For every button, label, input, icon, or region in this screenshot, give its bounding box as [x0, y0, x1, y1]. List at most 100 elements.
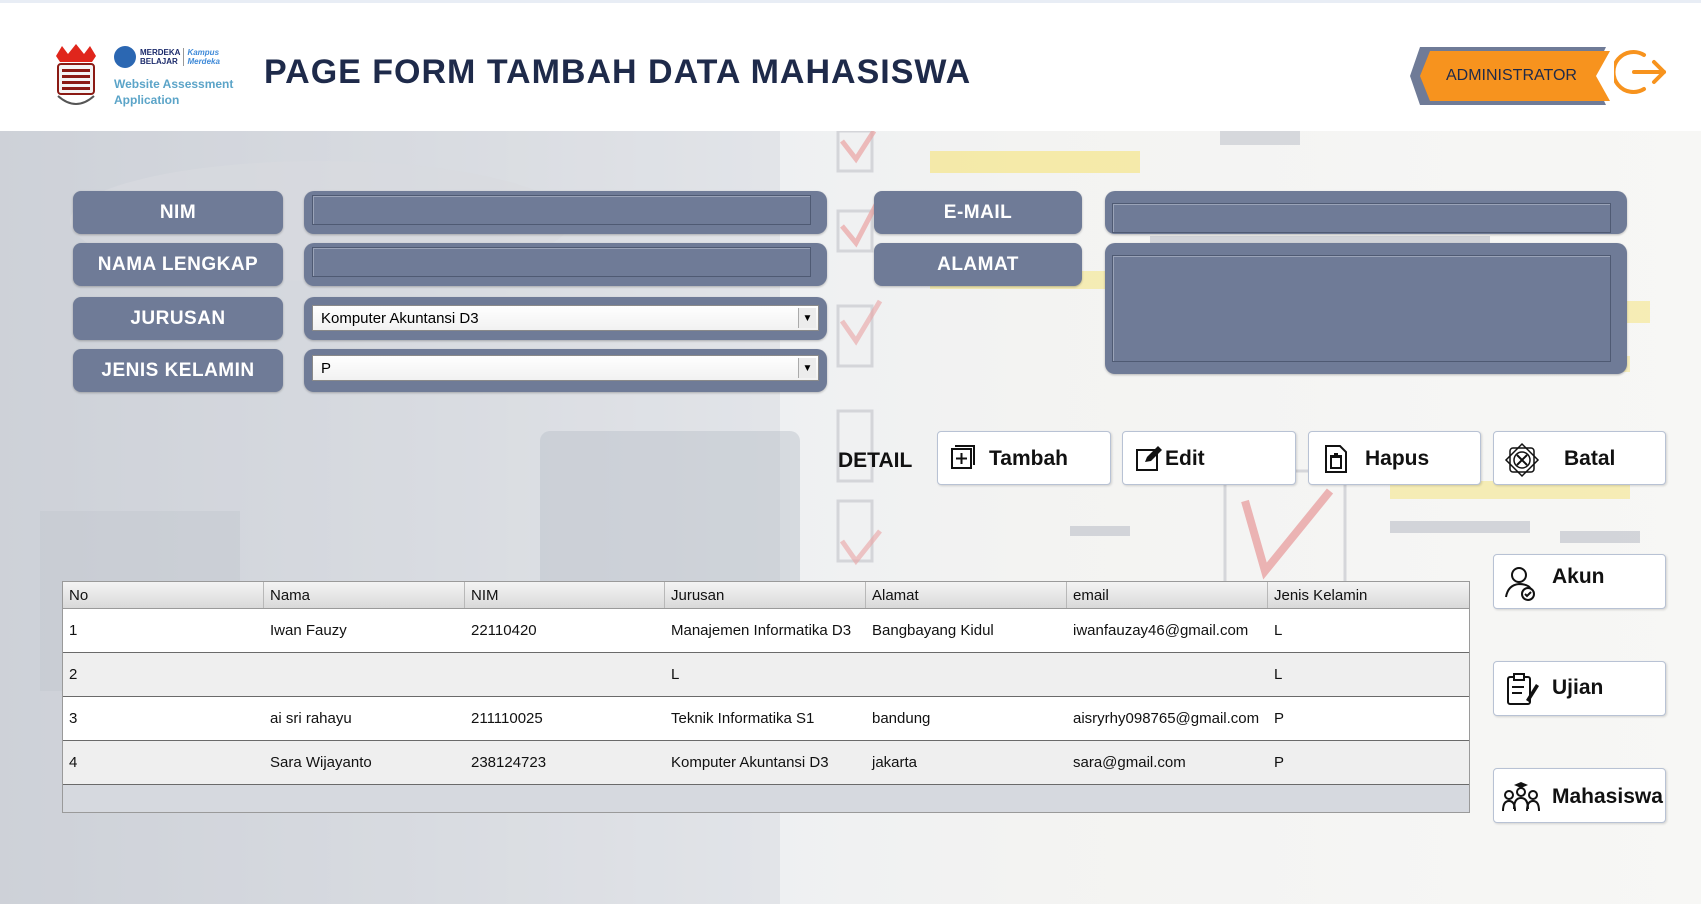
- delete-icon: [1325, 445, 1347, 473]
- cell-nama: [264, 653, 465, 696]
- cell-no: 2: [69, 666, 78, 683]
- mahasiswa-nav-button[interactable]: Mahasiswa: [1493, 768, 1666, 823]
- mahasiswa-label: Mahasiswa: [1552, 785, 1663, 808]
- cell-jenis-kelamin: P: [1274, 754, 1285, 771]
- column-header-no[interactable]: No: [63, 582, 264, 608]
- cell-no: 3: [69, 710, 78, 727]
- partner-logos: MERDEKA BELAJAR Kampus Merdeka: [114, 46, 220, 68]
- alamat-field-frame: [1105, 243, 1627, 374]
- logout-icon[interactable]: [1614, 47, 1668, 97]
- column-header-nim[interactable]: NIM: [465, 582, 665, 608]
- user-account-icon: [1505, 567, 1535, 601]
- cell-no: 1: [69, 622, 78, 639]
- logo-text-merdeka: MERDEKA: [140, 48, 181, 57]
- table-row[interactable]: 4 Sara Wijayanto 238124723 Komputer Akun…: [63, 741, 1469, 785]
- cell-alamat: bandung: [872, 710, 931, 727]
- cell-email: sara@gmail.com: [1073, 754, 1186, 771]
- students-icon: [1502, 782, 1540, 812]
- jenis-kelamin-selected-value: P: [321, 359, 332, 377]
- app-logo: MERDEKA BELAJAR Kampus Merdeka Website Asse…: [48, 40, 248, 114]
- cell-jenis-kelamin: L: [1274, 622, 1283, 639]
- chevron-down-icon[interactable]: ▼: [798, 358, 816, 378]
- tambah-button[interactable]: Tambah: [937, 431, 1111, 485]
- cell-alamat: Bangbayang Kidul: [872, 622, 994, 639]
- cell-nama: Sara Wijayanto: [270, 754, 372, 771]
- app-header: MERDEKA BELAJAR Kampus Merdeka Website Asse…: [0, 0, 1701, 131]
- table-row[interactable]: 1 Iwan Fauzy 22110420 Manajemen Informat…: [63, 609, 1469, 653]
- cell-email: aisryrhy098765@gmail.com: [1073, 710, 1260, 727]
- nim-field-frame: [304, 191, 827, 234]
- table-row[interactable]: 2 L L: [63, 653, 1469, 697]
- jenis-kelamin-label: JENIS KELAMIN: [73, 349, 283, 392]
- nama-lengkap-input[interactable]: [312, 247, 811, 277]
- cell-nama: Iwan Fauzy: [270, 622, 347, 639]
- alamat-textarea[interactable]: [1112, 255, 1611, 362]
- ujian-nav-button[interactable]: Ujian: [1493, 661, 1666, 716]
- cancel-icon: [1504, 442, 1540, 478]
- table-row[interactable]: 3 ai sri rahayu 211110025 Teknik Informa…: [63, 697, 1469, 741]
- logo-text-merdeka2: Merdeka: [187, 57, 220, 66]
- cell-jurusan: Komputer Akuntansi D3: [671, 754, 829, 771]
- cell-nama: ai sri rahayu: [270, 710, 352, 727]
- alamat-label: ALAMAT: [874, 243, 1082, 286]
- table-header: No Nama NIM Jurusan Alamat email Jenis K…: [63, 582, 1469, 609]
- cell-alamat: jakarta: [872, 754, 918, 771]
- cell-nim: 22110420: [471, 622, 537, 639]
- column-header-nama[interactable]: Nama: [264, 582, 465, 608]
- logo-text-belajar: BELAJAR: [140, 57, 178, 66]
- cell-jurusan: L: [671, 666, 680, 683]
- jurusan-label: JURUSAN: [73, 297, 283, 340]
- app-name-line2: Application: [114, 93, 180, 107]
- logo-text-kampus: Kampus: [187, 48, 220, 57]
- user-role-label: ADMINISTRATOR: [1446, 67, 1577, 84]
- exam-clipboard-icon: [1507, 673, 1539, 705]
- tambah-label: Tambah: [989, 447, 1068, 470]
- cell-nim: [465, 653, 665, 696]
- cell-nim: 238124723: [471, 754, 547, 771]
- ujian-label: Ujian: [1552, 676, 1604, 699]
- nim-label: NIM: [73, 191, 283, 234]
- hapus-label: Hapus: [1365, 447, 1430, 470]
- nama-lengkap-label: NAMA LENGKAP: [73, 243, 283, 286]
- cell-no: 4: [69, 754, 78, 771]
- email-field-frame: [1105, 191, 1627, 234]
- column-header-email[interactable]: email: [1067, 582, 1268, 608]
- university-seal-icon: [56, 44, 96, 105]
- mahasiswa-table: No Nama NIM Jurusan Alamat email Jenis K…: [62, 581, 1470, 813]
- akun-label: Akun: [1552, 565, 1605, 588]
- batal-label: Batal: [1564, 447, 1616, 470]
- jenis-kelamin-field-frame: P ▼: [304, 349, 827, 392]
- cell-alamat: [866, 653, 1067, 696]
- edit-label: Edit: [1165, 447, 1205, 470]
- app-name-line1: Website Assessment: [114, 77, 234, 91]
- cell-email: iwanfauzay46@gmail.com: [1073, 622, 1249, 639]
- email-input[interactable]: [1112, 203, 1611, 233]
- chevron-down-icon[interactable]: ▼: [798, 308, 816, 328]
- add-icon: [951, 445, 975, 469]
- akun-nav-button[interactable]: Akun: [1493, 554, 1666, 609]
- column-header-jurusan[interactable]: Jurusan: [665, 582, 866, 608]
- cell-nim: 211110025: [471, 710, 543, 727]
- app-name: Website Assessment Application: [114, 76, 233, 108]
- page-title: PAGE FORM TAMBAH DATA MAHASISWA: [264, 53, 972, 91]
- column-header-jenis-kelamin[interactable]: Jenis Kelamin: [1268, 582, 1469, 608]
- kemendikbud-icon: [114, 46, 136, 68]
- jurusan-selected-value: Komputer Akuntansi D3: [321, 309, 479, 327]
- jenis-kelamin-select[interactable]: P ▼: [312, 355, 819, 381]
- column-header-alamat[interactable]: Alamat: [866, 582, 1067, 608]
- cell-jenis-kelamin: P: [1274, 710, 1285, 727]
- nim-input[interactable]: [312, 195, 811, 225]
- cell-jenis-kelamin: L: [1274, 666, 1283, 683]
- cell-jurusan: Manajemen Informatika D3: [671, 622, 852, 639]
- nama-field-frame: [304, 243, 827, 286]
- detail-label: DETAIL: [838, 449, 913, 472]
- cell-email: [1067, 653, 1268, 696]
- batal-button[interactable]: Batal: [1493, 431, 1666, 485]
- jurusan-field-frame: Komputer Akuntansi D3 ▼: [304, 297, 827, 340]
- edit-icon: [1136, 446, 1162, 471]
- edit-button[interactable]: Edit: [1122, 431, 1296, 485]
- email-label: E-MAIL: [874, 191, 1082, 234]
- cell-jurusan: Teknik Informatika S1: [671, 710, 815, 727]
- jurusan-select[interactable]: Komputer Akuntansi D3 ▼: [312, 305, 819, 331]
- hapus-button[interactable]: Hapus: [1308, 431, 1481, 485]
